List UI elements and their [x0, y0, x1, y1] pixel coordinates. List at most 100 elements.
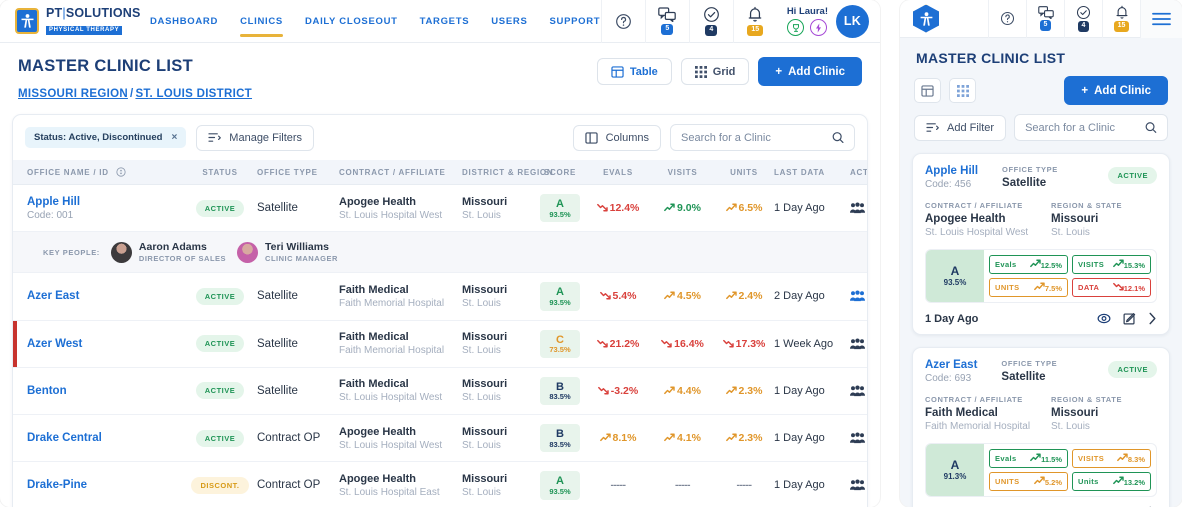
office-name-link[interactable]: Benton: [27, 385, 183, 397]
col-header-office-type[interactable]: OFFICE TYPE: [257, 160, 339, 185]
key-person-name: Aaron Adams: [138, 241, 207, 254]
office-name-link[interactable]: Azer West: [27, 338, 183, 350]
close-icon[interactable]: ×: [171, 132, 177, 143]
col-header-evals[interactable]: EVALS: [585, 160, 651, 185]
people-group-icon[interactable]: [850, 338, 865, 350]
tasks-button[interactable]: 4: [688, 0, 733, 43]
office-name-link[interactable]: Drake-Pine: [27, 479, 183, 491]
clinic-card[interactable]: Apple Hill Code: 456 OFFICE TYPE Satellite A…: [912, 153, 1170, 335]
cell-visits: 16.4%: [651, 320, 714, 368]
hamburger-menu-icon[interactable]: [1140, 0, 1182, 38]
table-row[interactable]: Benton ACTIVE Satellite Faith Medical St. Lo…: [13, 367, 867, 416]
cell-units: 2.3%: [714, 414, 774, 463]
messages-button[interactable]: 5: [644, 0, 689, 43]
people-group-icon[interactable]: [850, 479, 865, 491]
office-name-link[interactable]: Azer East: [27, 290, 183, 302]
mobile-grid-view-button[interactable]: [949, 78, 976, 103]
nav-item-daily-closeout[interactable]: DAILY CLOSEOUT: [305, 0, 398, 43]
affiliate-name: Faith Memorial Hospital: [339, 345, 445, 357]
alerts-button[interactable]: 15: [732, 0, 777, 43]
table-row[interactable]: Azer West ACTIVE Satellite Faith Medical Fai…: [13, 320, 867, 368]
office-name-link[interactable]: Apple Hill: [27, 196, 183, 208]
key-person[interactable]: Aaron Adams DIRECTOR OF SALES: [110, 241, 226, 263]
col-header-office-name[interactable]: OFFICE NAME / ID: [13, 160, 183, 185]
col-header-district[interactable]: DISTRICT & REGION: [462, 160, 553, 185]
card-office-name-link[interactable]: Azer East: [925, 359, 977, 371]
search-clinic-box[interactable]: [670, 124, 855, 151]
nav-item-dashboard[interactable]: DASHBOARD: [150, 0, 218, 43]
key-person[interactable]: Teri Williams CLINIC MANAGER: [237, 241, 338, 263]
eye-icon[interactable]: [1097, 312, 1111, 325]
cell-office-name[interactable]: Benton: [13, 367, 183, 416]
search-icon: [1145, 122, 1157, 133]
status-badge: ACTIVE: [195, 335, 245, 353]
status-filter-chip[interactable]: Status: Active, Discontinued ×: [25, 127, 187, 148]
cell-office-name[interactable]: Azer West: [13, 320, 183, 368]
breadcrumb-region[interactable]: MISSOURI REGION: [18, 88, 128, 100]
chevron-right-icon[interactable]: [1148, 312, 1157, 325]
cell-office-name[interactable]: Apple Hill Code: 001: [13, 184, 183, 233]
trophy-badge-icon[interactable]: [787, 19, 805, 36]
mobile-help-button[interactable]: [988, 0, 1026, 38]
mobile-messages-button[interactable]: 5: [1026, 0, 1064, 38]
mobile-filter-row: Add Filter: [900, 105, 1182, 141]
table-row[interactable]: Drake-Pine DISCONT. Contract OP Apogee Heal…: [13, 461, 867, 507]
score-percent: 83.5%: [549, 439, 571, 449]
add-clinic-button[interactable]: + Add Clinic: [758, 57, 862, 86]
nav-item-users[interactable]: USERS: [491, 0, 527, 43]
col-header-status[interactable]: STATUS: [183, 160, 257, 185]
search-input[interactable]: [681, 131, 832, 144]
table-view-button[interactable]: Table: [596, 58, 672, 85]
card-office-name-link[interactable]: Apple Hill: [925, 165, 978, 177]
cell-office-name[interactable]: Drake-Pine: [13, 461, 183, 507]
table-row[interactable]: Azer East ACTIVE Satellite Faith Medical Fai…: [13, 272, 867, 321]
mobile-tasks-button[interactable]: 4: [1064, 0, 1102, 38]
people-group-icon[interactable]: [850, 385, 865, 397]
nav-item-support[interactable]: SUPPORT: [549, 0, 600, 43]
mobile-alerts-button[interactable]: 15: [1102, 0, 1140, 38]
mobile-add-clinic-button[interactable]: + Add Clinic: [1064, 76, 1168, 105]
greeting-text: Hi Laura!: [786, 6, 828, 17]
nav-item-clinics[interactable]: CLINICS: [240, 0, 283, 43]
page-header-actions: Table Grid + Add Clinic: [596, 57, 862, 86]
mobile-add-filter-button[interactable]: Add Filter: [914, 114, 1007, 141]
grid-view-button[interactable]: Grid: [680, 58, 750, 85]
cell-status: DISCONT.: [183, 461, 257, 507]
mobile-page-title: MASTER CLINIC LIST: [916, 50, 1066, 66]
mobile-table-view-button[interactable]: [914, 78, 941, 103]
help-button[interactable]: [600, 0, 645, 43]
table-row[interactable]: Drake Central ACTIVE Contract OP Apogee Hea…: [13, 414, 867, 463]
pencil-square-icon[interactable]: [1123, 312, 1136, 325]
breadcrumb-district[interactable]: ST. LOUIS DISTRICT: [135, 88, 252, 100]
columns-button[interactable]: Columns: [572, 124, 661, 151]
status-badge: ACTIVE: [195, 199, 245, 217]
clinic-card[interactable]: Azer East Code: 693 OFFICE TYPE Satellite AC…: [912, 347, 1170, 507]
office-name-link[interactable]: Drake Central: [27, 432, 183, 444]
brand-logo[interactable]: PT|SOLUTIONS PHYSICAL THERAPY: [0, 7, 140, 36]
col-header-units[interactable]: UNITS: [714, 160, 774, 185]
col-header-visits[interactable]: VISITS: [651, 160, 714, 185]
col-header-contract[interactable]: CONTRACT / AFFILIATE: [339, 160, 462, 185]
sort-arrows-icon[interactable]: [116, 167, 126, 177]
manage-filters-label: Manage Filters: [229, 131, 303, 144]
card-region-value: Missouri: [1051, 213, 1099, 225]
table-row[interactable]: Apple Hill Code: 001 ACTIVE Satellite Apogee…: [13, 184, 867, 233]
mobile-search-input[interactable]: [1025, 121, 1146, 134]
people-group-icon[interactable]: [850, 202, 865, 214]
lightning-badge-icon[interactable]: [810, 19, 828, 36]
region-name: St. Louis: [462, 439, 501, 451]
avatar[interactable]: LK: [836, 4, 869, 38]
cell-status: ACTIVE: [183, 272, 257, 321]
cell-office-name[interactable]: Azer East: [13, 272, 183, 321]
score-badge: B 83.5%: [540, 376, 580, 406]
search-icon: [832, 132, 844, 144]
mobile-brand-logo[interactable]: [900, 4, 952, 33]
mobile-search-box[interactable]: [1014, 114, 1168, 141]
col-header-last-data[interactable]: LAST DATA: [774, 160, 850, 185]
manage-filters-button[interactable]: Manage Filters: [196, 124, 315, 151]
cell-office-name[interactable]: Drake Central: [13, 414, 183, 463]
people-group-icon[interactable]: [850, 290, 865, 302]
people-group-icon[interactable]: [850, 432, 865, 444]
cell-score: A 93.5%: [535, 461, 585, 507]
nav-item-targets[interactable]: TARGETS: [420, 0, 470, 43]
